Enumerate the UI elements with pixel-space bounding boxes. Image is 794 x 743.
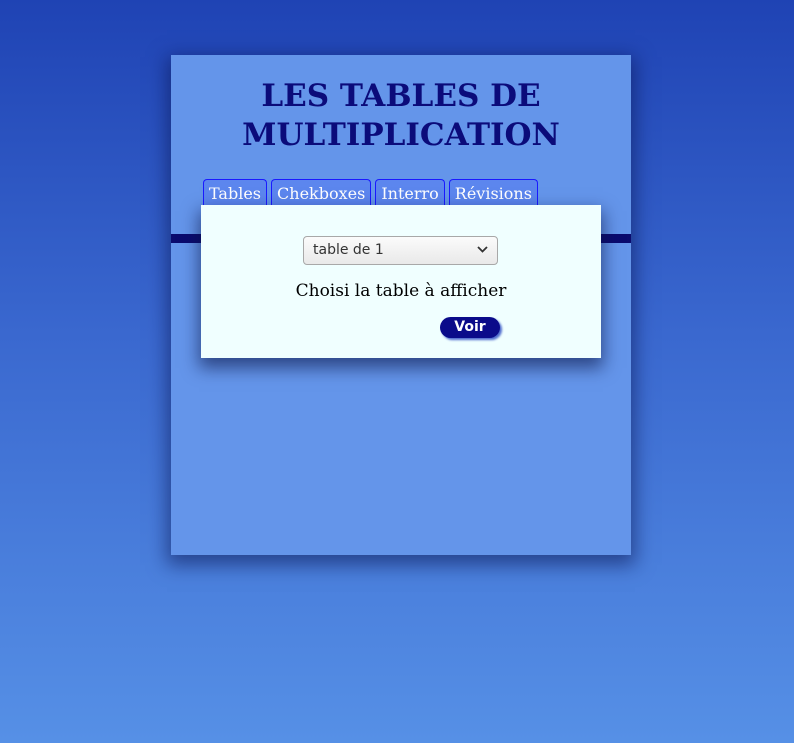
table-select-prompt: Choisi la table à afficher <box>295 281 507 301</box>
page-title: LES TABLES DE MULTIPLICATION <box>171 77 631 155</box>
voir-button[interactable]: Voir <box>440 317 500 338</box>
chevron-down-icon <box>477 246 488 253</box>
page-title-line-2: MULTIPLICATION <box>242 117 560 153</box>
tables-content-card: table de 1 Choisi la table à afficher Vo… <box>201 205 601 358</box>
page-title-line-1: LES TABLES DE <box>261 78 541 114</box>
table-select-value: table de 1 <box>313 242 384 258</box>
table-select[interactable]: table de 1 <box>303 236 498 265</box>
